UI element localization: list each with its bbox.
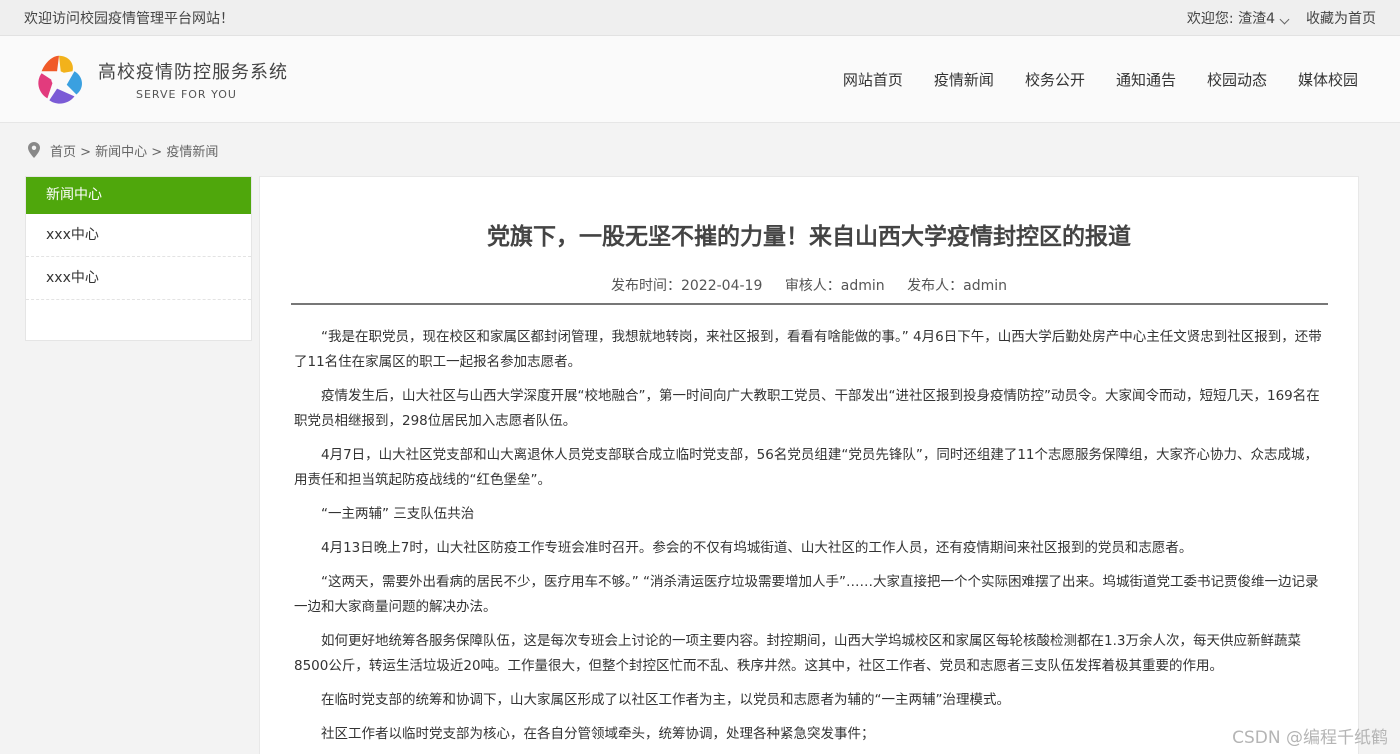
article-panel: 党旗下，一股无坚不摧的力量！来自山西大学疫情封控区的报道 发布时间：2022-0… <box>259 176 1359 754</box>
user-menu[interactable]: 欢迎您: 渣渣4 <box>1187 8 1296 28</box>
paragraph: 社区工作者以临时党支部为核心，在各自分管领域牵头，统筹协调，处理各种紧急突发事件… <box>321 726 875 742</box>
brand[interactable]: 高校疫情防控服务系统 SERVE FOR YOU <box>30 50 288 108</box>
paragraph: 疫情发生后，山大社区与山西大学深度开展“校地融合”，第一时间向广大教职工党员、干… <box>294 388 1320 429</box>
site-title: 高校疫情防控服务系统 <box>98 61 288 83</box>
paragraph: 4月13日晚上7时，山大社区防疫工作专班会准时召开。参会的不仅有坞城街道、山大社… <box>321 540 1193 556</box>
paragraph: 在临时党支部的统筹和协调下，山大家属区形成了以社区工作者为主，以党员和志愿者为辅… <box>321 692 1010 708</box>
paragraph: “这两天，需要外出看病的居民不少，医疗用车不够。” “消杀清运医疗垃圾需要增加人… <box>294 574 1319 615</box>
nav-home[interactable]: 网站首页 <box>843 69 903 90</box>
location-pin-icon <box>28 142 40 158</box>
sidebar-item[interactable]: xxx中心 <box>26 257 251 300</box>
sidebar-item-news-center[interactable]: 新闻中心 <box>26 177 251 214</box>
breadcrumb: 首页 > 新闻中心 > 疫情新闻 <box>0 123 1400 177</box>
bookmark-link[interactable]: 收藏为首页 <box>1306 8 1376 28</box>
user-area: 欢迎您: 渣渣4 收藏为首页 <box>1187 8 1376 28</box>
site-header: 高校疫情防控服务系统 SERVE FOR YOU 网站首页 疫情新闻 校务公开 … <box>0 36 1400 123</box>
site-subtitle: SERVE FOR YOU <box>136 87 237 101</box>
greeting-text: 欢迎您: 渣渣4 <box>1186 10 1275 27</box>
nav-campus-news[interactable]: 校园动态 <box>1207 69 1267 90</box>
welcome-text: 欢迎访问校园疫情管理平台网站！ <box>24 10 234 27</box>
paragraph: “一主两辅” 三支队伍共治 <box>321 506 475 522</box>
nav-school-affairs[interactable]: 校务公开 <box>1025 69 1085 90</box>
reviewer: 审核人：admin <box>784 278 885 294</box>
article-body: “我是在职党员，现在校区和家属区都封闭管理，我想就地转岗，来社区报到，看看有啥能… <box>260 305 1358 747</box>
chevron-down-icon <box>1279 14 1290 24</box>
sidebar: 新闻中心 xxx中心 xxx中心 <box>25 176 252 341</box>
watermark: CSDN @编程千纸鹤 <box>1232 728 1388 748</box>
nav-notices[interactable]: 通知通告 <box>1116 69 1176 90</box>
logo-icon <box>38 55 82 104</box>
paragraph: 4月7日，山大社区党支部和山大离退休人员党支部联合成立临时党支部，56名党员组建… <box>294 447 1319 488</box>
sidebar-item[interactable]: xxx中心 <box>26 214 251 257</box>
article-meta: 发布时间：2022-04-19 审核人：admin 发布人：admin <box>260 275 1358 295</box>
breadcrumb-text[interactable]: 首页 > 新闻中心 > 疫情新闻 <box>50 141 218 160</box>
paragraph: “我是在职党员，现在校区和家属区都封闭管理，我想就地转岗，来社区报到，看看有啥能… <box>294 329 1322 370</box>
article-title: 党旗下，一股无坚不摧的力量！来自山西大学疫情封控区的报道 <box>487 224 1131 250</box>
top-bar: 欢迎访问校园疫情管理平台网站！ 欢迎您: 渣渣4 收藏为首页 <box>0 0 1400 36</box>
paragraph: 如何更好地统筹各服务保障队伍，这是每次专班会上讨论的一项主要内容。封控期间，山西… <box>294 633 1301 674</box>
main-nav: 网站首页 疫情新闻 校务公开 通知通告 校园动态 媒体校园 <box>843 69 1358 90</box>
nav-epidemic-news[interactable]: 疫情新闻 <box>934 69 994 90</box>
publisher: 发布人：admin <box>907 278 1008 294</box>
nav-media-campus[interactable]: 媒体校园 <box>1298 69 1358 90</box>
publish-date: 发布时间：2022-04-19 <box>610 278 763 294</box>
